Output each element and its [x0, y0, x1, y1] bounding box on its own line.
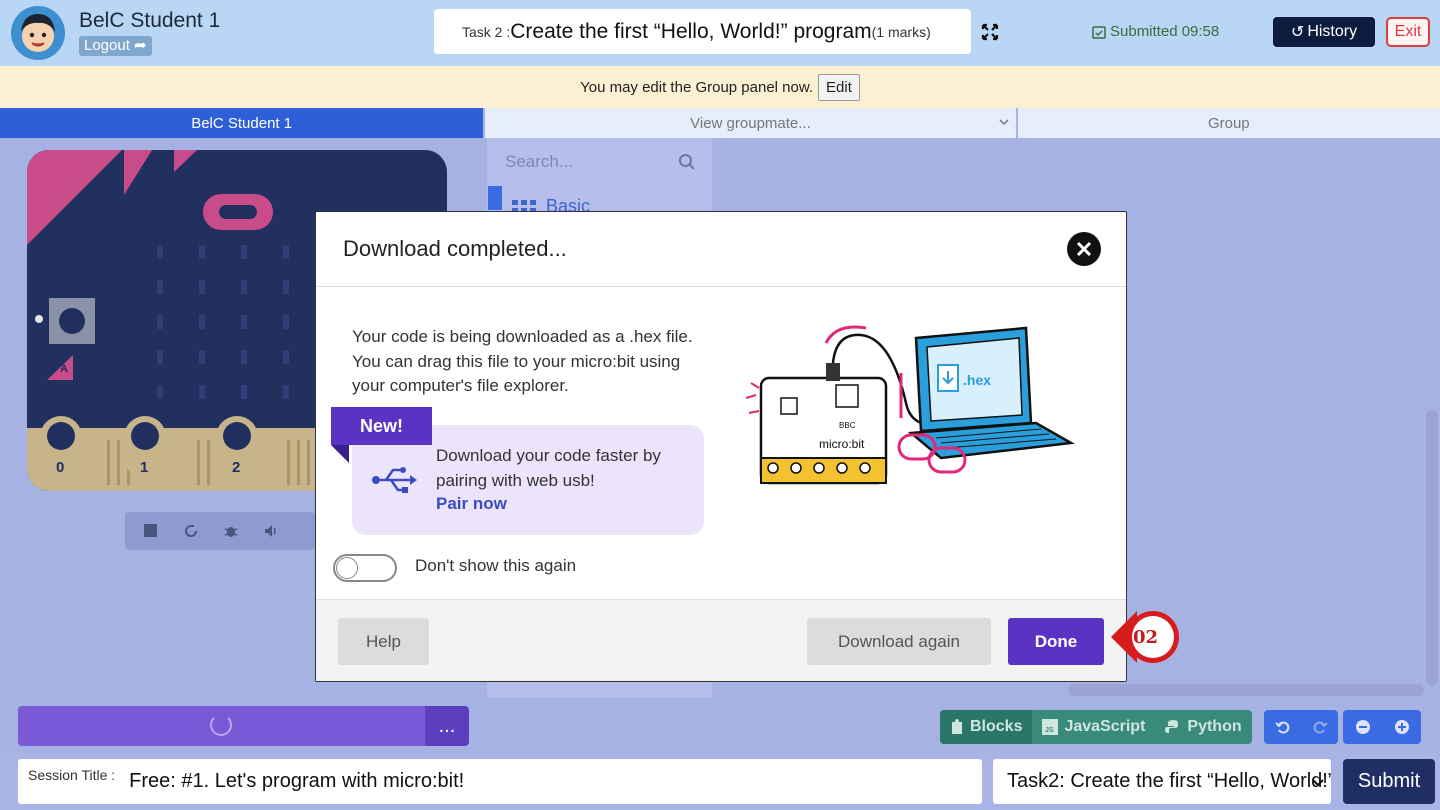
horizontal-scrollbar[interactable]: [1068, 684, 1424, 696]
close-icon[interactable]: [1067, 232, 1101, 266]
javascript-label: JavaScript: [1064, 718, 1146, 735]
exit-label: Exit: [1394, 23, 1422, 40]
language-toggle: Blocks JS JavaScript Python: [940, 710, 1252, 744]
chevron-down-icon: [999, 119, 1009, 126]
download-description: Your code is being downloaded as a .hex …: [352, 327, 693, 395]
simulator-controls: [125, 512, 315, 550]
usb-icon: [370, 463, 418, 502]
submit-button[interactable]: Submit: [1343, 759, 1435, 804]
pair-description: Download your code faster by pairing wit…: [436, 446, 661, 490]
badge-fold: [331, 445, 349, 463]
new-badge: New!: [331, 407, 432, 445]
blocks-label: Blocks: [970, 718, 1023, 735]
history-icon: ↺: [1290, 24, 1305, 41]
notice-text: You may edit the Group panel now.: [580, 78, 814, 96]
logout-label: Logout: [84, 37, 130, 54]
toolbox-search-input[interactable]: Search...: [505, 152, 573, 172]
javascript-mode-button[interactable]: JS JavaScript: [1032, 710, 1155, 744]
python-icon: [1165, 720, 1179, 733]
debug-icon[interactable]: [213, 516, 249, 546]
redo-icon[interactable]: [1301, 710, 1338, 744]
exit-button[interactable]: Exit: [1386, 17, 1430, 47]
python-label: Python: [1187, 718, 1242, 735]
stop-icon[interactable]: [133, 516, 169, 546]
tab-view-groupmate[interactable]: View groupmate...: [485, 108, 1016, 138]
history-label: History: [1307, 23, 1358, 40]
notice-bar: You may edit the Group panel now. Edit: [0, 66, 1440, 108]
logout-button[interactable]: Logout ➦: [79, 36, 152, 56]
zoom-out-icon[interactable]: [1343, 710, 1382, 744]
sound-icon[interactable]: [253, 516, 289, 546]
history-button[interactable]: ↺ History: [1273, 17, 1375, 47]
download-illustration: BBC micro:bit .hex: [741, 323, 1076, 503]
dialog-title: Download completed...: [343, 236, 567, 261]
dont-show-toggle[interactable]: [333, 554, 397, 582]
search-icon[interactable]: [678, 153, 696, 176]
illustration-hex-text: .hex: [963, 372, 991, 388]
tab-group[interactable]: Group: [1017, 108, 1440, 138]
username: BelC Student 1: [79, 9, 221, 32]
session-label: Session Title :: [28, 766, 116, 783]
top-header: BelC Student 1 Logout ➦ Task 2 : Create …: [0, 0, 1440, 66]
more-options-button[interactable]: ...: [425, 706, 469, 746]
js-icon: JS: [1042, 719, 1059, 735]
illustration-bbc-text: BBC: [839, 421, 856, 430]
puzzle-icon: [952, 719, 962, 734]
task-select-value: Task2: Create the first “Hello, World!” …: [1007, 770, 1331, 792]
pin-0-label: 0: [56, 459, 65, 476]
python-mode-button[interactable]: Python: [1155, 710, 1251, 744]
illustration-board-text: micro:bit: [819, 437, 865, 451]
toggle-knob: [336, 557, 358, 579]
loading-spinner: [210, 714, 232, 736]
logout-icon: ➦: [134, 37, 147, 54]
task-select-dropdown[interactable]: Task2: Create the first “Hello, World!” …: [993, 759, 1331, 804]
download-completed-dialog: Download completed... Your code is being…: [315, 211, 1127, 682]
pair-now-link[interactable]: Pair now: [436, 494, 507, 514]
task-marks: (1 marks): [871, 23, 931, 40]
vertical-scrollbar[interactable]: [1426, 410, 1438, 685]
pin-2-label: 2: [232, 459, 241, 476]
submitted-text: Submitted 09:58: [1110, 23, 1220, 40]
button-a-label: A: [60, 363, 68, 375]
done-button[interactable]: Done: [1008, 618, 1104, 665]
panel-tabs: BelC Student 1 View groupmate... Group: [0, 108, 1440, 138]
dialog-body: Your code is being downloaded as a .hex …: [316, 288, 1126, 599]
blocks-mode-button[interactable]: Blocks: [940, 710, 1033, 744]
edit-group-button[interactable]: Edit: [818, 73, 860, 101]
session-title: Free: #1. Let's program with micro:bit!: [129, 770, 465, 792]
task-title: Create the first “Hello, World!” program: [510, 19, 872, 43]
category-indicator: [488, 186, 502, 210]
dialog-header: Download completed...: [316, 212, 1126, 287]
expand-icon[interactable]: [980, 22, 1000, 42]
zoom-in-icon[interactable]: [1382, 710, 1421, 744]
undo-icon[interactable]: [1264, 710, 1301, 744]
task-prefix: Task 2 :: [462, 23, 511, 40]
task-title-box: Task 2 : Create the first “Hello, World!…: [434, 9, 971, 54]
restart-icon[interactable]: [173, 516, 209, 546]
tab-student[interactable]: BelC Student 1: [0, 108, 484, 138]
svg-text:JS: JS: [1045, 727, 1054, 734]
chevron-down-icon: [1312, 779, 1324, 787]
user-avatar: [11, 6, 65, 60]
step-number: 02: [1133, 627, 1159, 648]
zoom-group: [1343, 710, 1421, 744]
calendar-check-icon: [1092, 25, 1106, 39]
submitted-status: Submitted 09:58: [1092, 23, 1219, 40]
help-button[interactable]: Help: [338, 618, 429, 665]
tab-groupmate-label: View groupmate...: [690, 114, 811, 132]
session-title-box: Session Title : Free: #1. Let's program …: [18, 759, 982, 804]
dialog-footer: Help Download again Done: [316, 599, 1126, 681]
download-again-button[interactable]: Download again: [807, 618, 991, 665]
pin-1-label: 1: [140, 459, 149, 476]
dont-show-label: Don't show this again: [415, 556, 577, 575]
undo-redo-group: [1264, 710, 1338, 744]
